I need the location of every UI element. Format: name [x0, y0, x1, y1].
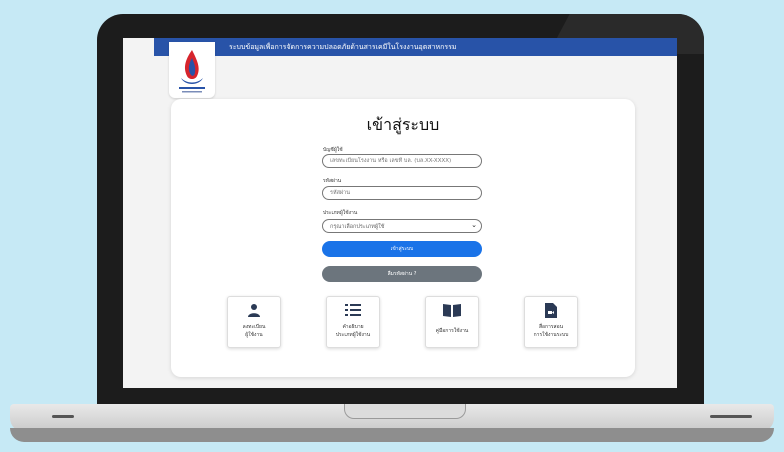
password-label: รหัสผ่าน: [323, 178, 342, 184]
video-file-icon: [525, 303, 577, 321]
tile-manual[interactable]: คู่มือการใช้งาน: [425, 296, 479, 348]
tile-user-types[interactable]: คำอธิบาย ประเภทผู้ใช้งาน: [326, 296, 380, 348]
laptop-base: [10, 404, 774, 442]
password-input[interactable]: [322, 186, 482, 200]
account-label: บัญชีผู้ใช้: [323, 147, 343, 153]
tile-label: การใช้งานระบบ: [533, 332, 569, 338]
login-card: เข้าสู่ระบบ บัญชีผู้ใช้ รหัสผ่าน ประเภทผ…: [171, 99, 635, 377]
header-bar: ระบบข้อมูลเพื่อการจัดการความปลอดภัยด้านส…: [154, 38, 677, 56]
page-title: เข้าสู่ระบบ: [366, 115, 440, 134]
account-input[interactable]: [322, 154, 482, 168]
usertype-label: ประเภทผู้ใช้งาน: [323, 210, 358, 216]
tile-label: คู่มือการใช้งาน: [435, 328, 469, 334]
browser-viewport: ระบบข้อมูลเพื่อการจัดการความปลอดภัยด้านส…: [123, 38, 677, 388]
tile-tutorial[interactable]: สื่อการสอน การใช้งานระบบ: [524, 296, 578, 348]
site-logo[interactable]: [169, 42, 215, 98]
laptop-vent-right: [710, 415, 752, 418]
forgot-password-button[interactable]: ลืมรหัสผ่าน ?: [322, 266, 482, 282]
tile-label: ผู้ใช้งาน: [245, 332, 263, 338]
tile-label: สื่อการสอน: [538, 324, 564, 330]
usertype-select[interactable]: กรุณาเลือกประเภทผู้ใช้ ⌄: [322, 219, 482, 233]
flame-logo-icon: [179, 50, 205, 93]
tile-label: ลงทะเบียน: [242, 324, 266, 330]
tile-register[interactable]: ลงทะเบียน ผู้ใช้งาน: [227, 296, 281, 348]
tile-label: ประเภทผู้ใช้งาน: [335, 332, 371, 338]
laptop-notch: [344, 404, 466, 419]
laptop-base-lip: [10, 428, 774, 442]
book-icon: [426, 303, 478, 320]
usertype-selected-value: กรุณาเลือกประเภทผู้ใช้: [330, 224, 385, 230]
list-icon: [327, 303, 379, 320]
user-icon: [228, 303, 280, 320]
chevron-down-icon: ⌄: [471, 221, 477, 229]
laptop-vent-left: [52, 415, 74, 418]
app-title: ระบบข้อมูลเพื่อการจัดการความปลอดภัยด้านส…: [229, 43, 457, 51]
tile-label: คำอธิบาย: [342, 324, 364, 330]
login-button[interactable]: เข้าสู่ระบบ: [322, 241, 482, 257]
